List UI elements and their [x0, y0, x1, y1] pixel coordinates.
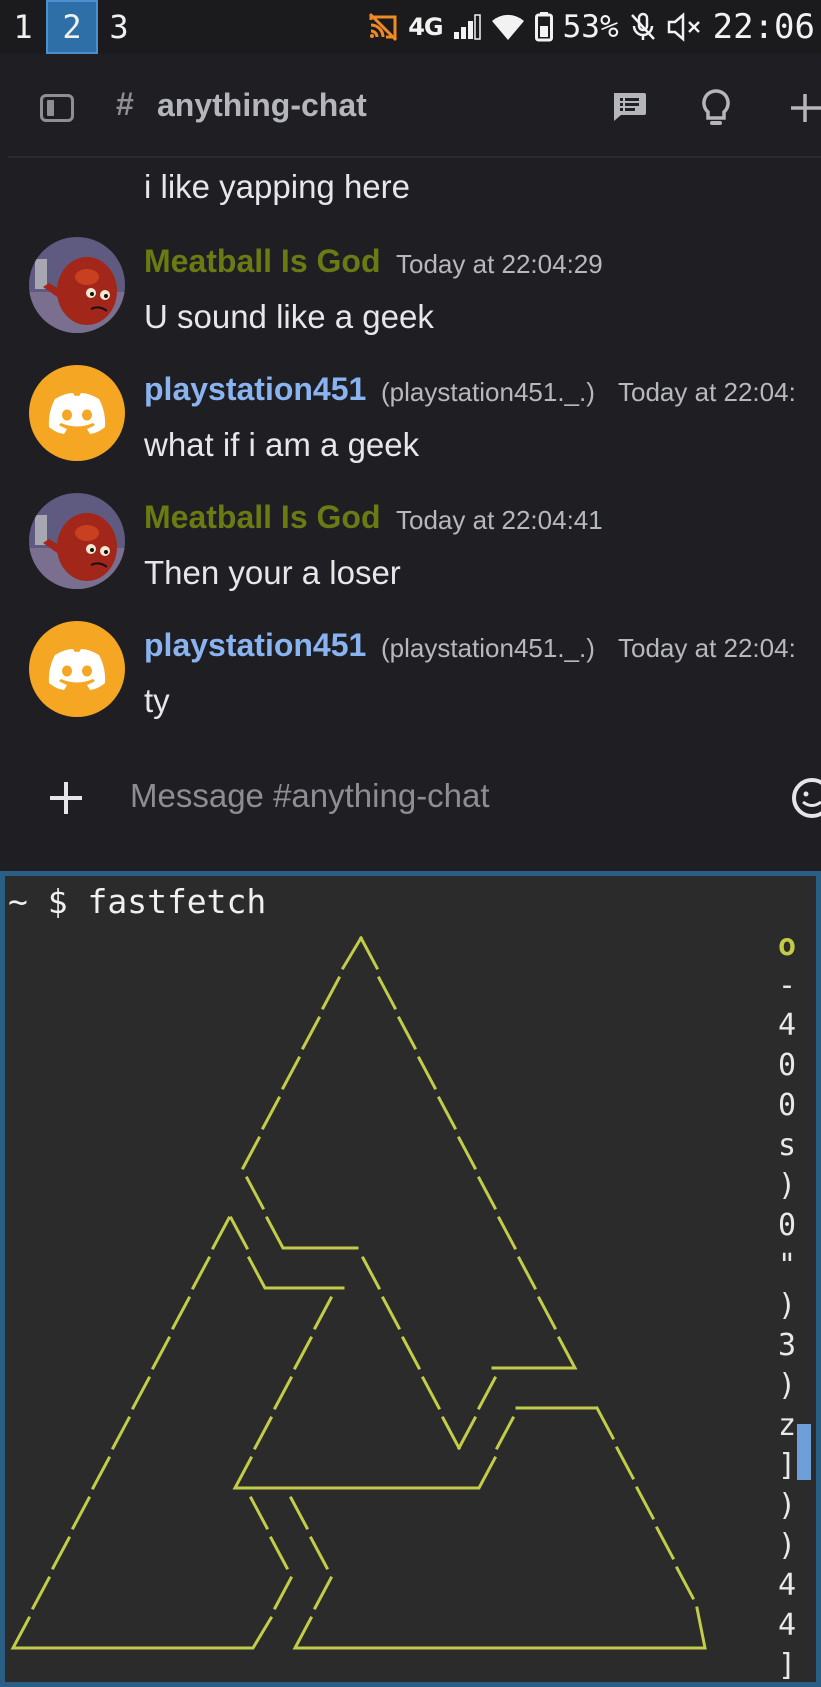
terminal-char: ) [777, 1368, 797, 1403]
terminal-char: o [777, 928, 797, 963]
emoji-icon[interactable] [790, 776, 821, 820]
terminal-char: 0 [777, 1048, 797, 1083]
fastfetch-ascii-logo [10, 935, 707, 1650]
timestamp: Today at 22:04: [618, 377, 796, 407]
add-member-icon[interactable] [785, 90, 821, 126]
lightbulb-icon[interactable] [700, 88, 732, 128]
meatball-avatar[interactable] [29, 493, 125, 589]
terminal-char: " [777, 1248, 797, 1283]
terminal-side-column: o -4 0 0 s) 0 ") 3) z])) 4 4] [767, 926, 807, 1686]
cast-off-icon [369, 12, 398, 42]
battery-icon [534, 12, 553, 42]
terminal-char: 0 [777, 1208, 797, 1243]
message-composer: Message #anything-chat [0, 760, 821, 850]
channel-hash-icon: # [116, 86, 134, 122]
channel-name: anything-chat [157, 87, 367, 123]
clock: 22:06 [712, 7, 815, 47]
message-text: Then your a loser [144, 554, 401, 591]
terminal-char: ) [777, 1488, 797, 1523]
terminal-char: 4 [777, 1608, 797, 1643]
network-type: 4G [408, 13, 443, 41]
status-icons: 4G 53% 22:06 [358, 0, 821, 54]
message-text: ty [144, 682, 170, 719]
sidebar-toggle-icon[interactable] [40, 94, 74, 122]
terminal-char: ) [777, 1528, 797, 1563]
username[interactable]: Meatball Is God [144, 243, 380, 280]
terminal-char: 0 [777, 1088, 797, 1123]
mic-off-icon [630, 12, 655, 40]
discord-default-avatar[interactable] [29, 365, 125, 461]
user-handle: (playstation451._.) [381, 633, 595, 663]
timestamp: Today at 22:04:41 [396, 505, 603, 535]
message-text: i like yapping here [144, 168, 410, 205]
terminal-char: s [777, 1128, 797, 1163]
add-attachment-icon[interactable] [46, 778, 86, 818]
discord-default-avatar[interactable] [29, 621, 125, 717]
message-text: U sound like a geek [144, 298, 434, 335]
username[interactable]: Meatball Is God [144, 499, 380, 536]
channel-header: # anything-chat [0, 54, 821, 158]
terminal-char: ) [777, 1288, 797, 1323]
message-input[interactable]: Message #anything-chat [130, 777, 490, 815]
terminal-cursor [797, 1424, 811, 1480]
volume-muted-icon [667, 12, 700, 42]
wifi-icon [491, 14, 524, 41]
terminal-char: - [777, 968, 797, 1003]
battery-percent: 53% [562, 9, 619, 45]
meatball-avatar[interactable] [29, 237, 125, 333]
terminal-window[interactable]: ~ $ fastfetch o -4 0 0 s) 0 ") 3) z])) 4 4] [0, 871, 821, 1687]
status-bar: 1 2 3 4G 53% 22:06 [0, 0, 821, 54]
signal-icon [453, 14, 481, 40]
terminal-char: ) [777, 1168, 797, 1203]
message-text: what if i am a geek [144, 426, 420, 463]
terminal-char: 4 [777, 1008, 797, 1043]
header-divider [8, 156, 821, 158]
workspace-2[interactable]: 2 [46, 0, 98, 54]
workspace-3[interactable]: 3 [98, 0, 140, 54]
terminal-char: 4 [777, 1568, 797, 1603]
terminal-char: 3 [777, 1328, 797, 1363]
terminal-char: ] [777, 1648, 797, 1683]
timestamp: Today at 22:04: [618, 633, 796, 663]
workspace-1[interactable]: 1 [0, 0, 46, 54]
timestamp: Today at 22:04:29 [396, 249, 603, 279]
username[interactable]: playstation451 [144, 371, 366, 408]
discord-panel: # anything-chat i like yapping here Meat… [0, 54, 821, 871]
username[interactable]: playstation451 [144, 627, 366, 664]
user-handle: (playstation451._.) [381, 377, 595, 407]
threads-icon[interactable] [611, 92, 647, 122]
